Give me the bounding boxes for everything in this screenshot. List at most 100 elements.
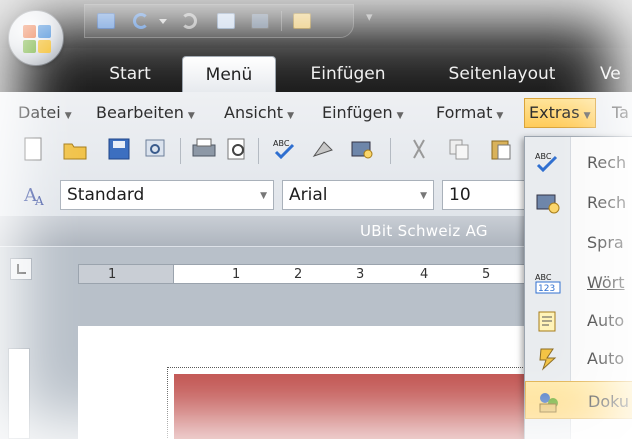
font-size-value: 10 (449, 185, 471, 205)
menu-extras[interactable]: Extras ▼ (524, 98, 596, 128)
toolbar-separator (180, 138, 181, 164)
menu-item-label: Auto (587, 349, 625, 368)
menu-ansicht[interactable]: Ansicht ▼ (224, 98, 294, 128)
ruler-number: 3 (356, 267, 365, 282)
font-select[interactable]: Arial ▼ (282, 180, 434, 210)
research-icon (536, 194, 560, 214)
word-count-icon: ABC 123 (535, 273, 561, 294)
redo-icon[interactable] (181, 13, 197, 29)
new-document-icon[interactable] (22, 136, 50, 166)
chevron-down-icon: ▼ (287, 111, 294, 121)
document-protect-icon (539, 393, 558, 413)
menu-item-recherchieren[interactable]: Rech (525, 183, 632, 221)
save-icon[interactable] (106, 136, 134, 166)
tab-stop-icon (17, 264, 26, 274)
menu-label: Extras (529, 103, 580, 122)
menu-label: Bearbeiten (96, 103, 184, 122)
qat-separator (281, 11, 282, 31)
font-size-select[interactable]: 10 (442, 180, 532, 210)
print-preview-icon[interactable] (224, 136, 252, 166)
red-shape[interactable] (167, 367, 545, 439)
tab-start[interactable]: Start (92, 56, 168, 92)
extras-dropdown-menu: ABC Rech Rech Spra ABC 123 Wört Auto Auto… (524, 136, 632, 439)
ribbon-tabs: Start Menü Einfügen Seitenlayout Ve (0, 48, 632, 92)
company-label: UBit Schweiz AG (360, 222, 488, 240)
menu-item-autokorrektur[interactable]: Auto (525, 339, 632, 377)
customize-qat-icon[interactable]: ▾ (366, 10, 373, 25)
menu-item-label: Rech (587, 153, 627, 172)
tab-menu[interactable]: Menü (182, 56, 276, 92)
ruler-number: 1 (232, 267, 241, 282)
save-icon[interactable] (97, 13, 115, 29)
ruler-number: 5 (482, 267, 491, 282)
title-bar: ▾ (0, 0, 632, 48)
styles-icon[interactable]: AA (22, 182, 50, 212)
chevron-down-icon: ▼ (187, 111, 195, 121)
menu-einfuegen[interactable]: Einfügen ▼ (322, 98, 404, 128)
menu-label: Einfügen (322, 103, 393, 122)
menu-label: Ta (612, 103, 629, 122)
menu-label: Format (436, 103, 493, 122)
style-select[interactable]: Standard ▼ (60, 180, 274, 210)
menu-item-sprache[interactable]: Spra (525, 223, 632, 261)
menu-label: Datei (18, 103, 61, 122)
thesaurus-icon[interactable] (348, 136, 376, 166)
menu-item-label: Doku (588, 392, 630, 411)
svg-text:ABC: ABC (535, 273, 552, 282)
chevron-down-icon: ▼ (396, 111, 404, 121)
research-icon[interactable] (310, 136, 338, 166)
menu-label: Ansicht (224, 103, 284, 122)
document-page[interactable] (78, 326, 545, 439)
open-folder-icon[interactable] (62, 136, 90, 166)
menu-item-dokument-schuetzen[interactable]: Doku (525, 381, 632, 419)
menu-datei[interactable]: Datei ▼ (18, 98, 72, 128)
svg-text:ABC: ABC (273, 139, 290, 148)
autocorrect-icon (539, 348, 557, 371)
chevron-down-icon: ▼ (64, 111, 72, 121)
font-value: Arial (289, 185, 328, 205)
chevron-down-icon: ▼ (583, 111, 591, 121)
spellcheck-icon[interactable]: ABC (272, 136, 300, 166)
office-logo-icon (23, 25, 51, 53)
menu-tabelle[interactable]: Ta (612, 98, 629, 128)
chevron-down-icon: ▼ (496, 111, 504, 121)
menu-item-autozusammenfassen[interactable]: Auto (525, 301, 632, 339)
tab-selector[interactable] (10, 258, 32, 280)
tab-partial[interactable]: Ve (600, 56, 632, 92)
attach-icon[interactable] (142, 136, 170, 166)
vertical-ruler[interactable] (8, 348, 30, 439)
toolbar-separator (390, 138, 391, 164)
office-button[interactable] (8, 10, 64, 66)
svg-text:A: A (34, 194, 44, 208)
chevron-down-icon: ▼ (260, 191, 267, 201)
print-preview-icon[interactable] (217, 13, 235, 29)
menu-item-label: Wört (587, 273, 625, 292)
style-value: Standard (67, 185, 145, 205)
menu-item-rechtschreibung[interactable]: ABC Rech (525, 143, 632, 181)
copy-icon[interactable] (446, 136, 474, 166)
undo-icon[interactable] (133, 13, 149, 29)
autosummary-icon (538, 311, 556, 332)
print-icon[interactable] (190, 136, 218, 166)
menu-item-woerter-zaehlen[interactable]: ABC 123 Wört (525, 263, 632, 301)
cut-icon[interactable] (406, 136, 434, 166)
tab-seitenlayout[interactable]: Seitenlayout (432, 56, 572, 92)
table-icon[interactable] (251, 13, 269, 29)
chevron-down-icon: ▼ (420, 191, 427, 201)
paste-icon[interactable] (488, 136, 516, 166)
ruler-number: 4 (420, 267, 429, 282)
paste-icon[interactable] (293, 13, 311, 29)
svg-text:123: 123 (538, 284, 555, 294)
menu-bearbeiten[interactable]: Bearbeiten ▼ (96, 98, 195, 128)
ruler-number: 1 (108, 267, 117, 282)
menu-format[interactable]: Format ▼ (436, 98, 503, 128)
menu-item-label: Spra (587, 233, 624, 252)
spellcheck-icon: ABC (535, 152, 558, 173)
tab-einfuegen[interactable]: Einfügen (292, 56, 404, 92)
menu-item-label: Rech (587, 193, 627, 212)
undo-dropdown-icon[interactable] (159, 19, 167, 27)
ruler-number: 2 (294, 267, 303, 282)
quick-access-toolbar (84, 4, 354, 38)
svg-text:ABC: ABC (535, 152, 552, 161)
toolbar-separator (258, 138, 259, 164)
